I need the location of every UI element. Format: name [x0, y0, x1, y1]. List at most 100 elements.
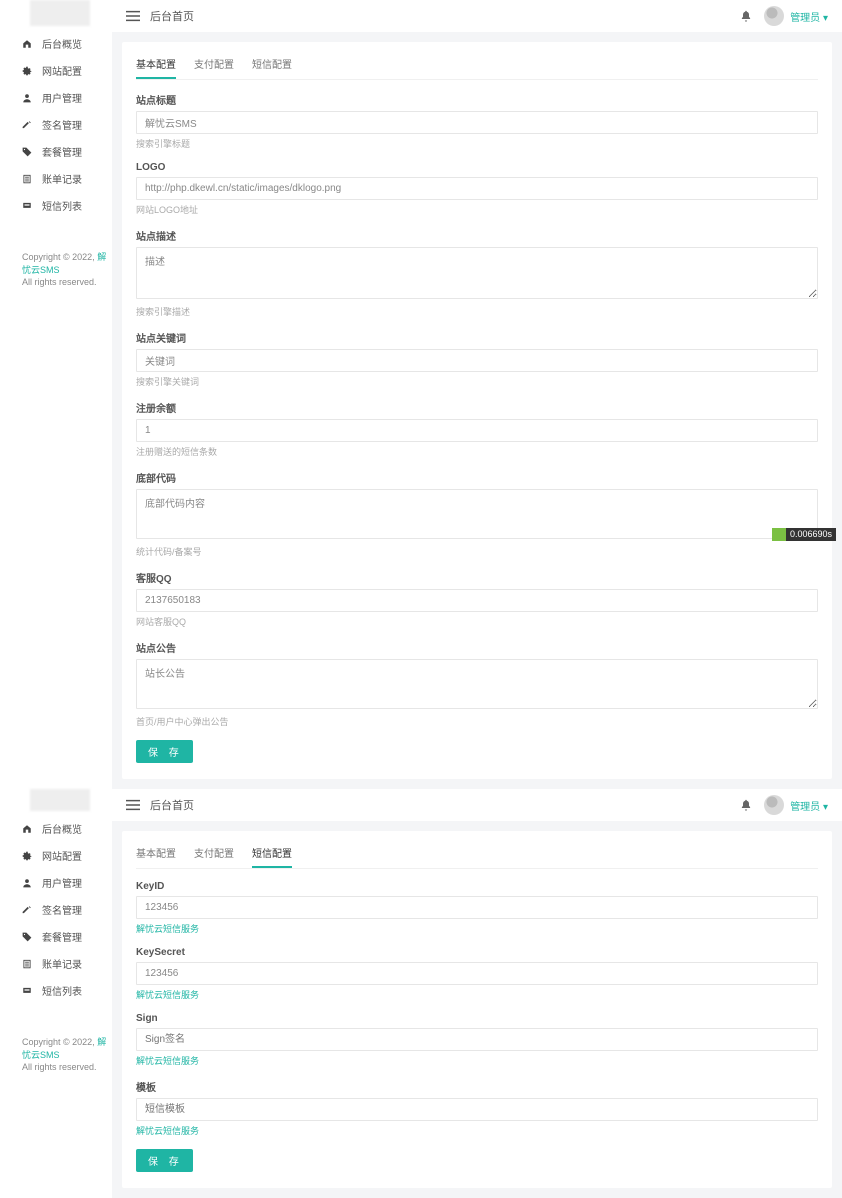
reg-balance-input[interactable] [136, 419, 818, 442]
kefu-qq-input[interactable] [136, 589, 818, 612]
sidebar-item-users[interactable]: 用户管理 [0, 84, 112, 111]
sidebar-item-bills[interactable]: 账单记录 [0, 950, 112, 977]
sidebar-item-label: 套餐管理 [42, 144, 82, 159]
tab-basic[interactable]: 基本配置 [136, 841, 176, 868]
config-tabs: 基本配置 支付配置 短信配置 [136, 841, 818, 869]
chevron-down-icon: ▾ [823, 802, 828, 813]
template-input[interactable] [136, 1098, 818, 1121]
home-icon [22, 39, 32, 49]
sidebar-item-package[interactable]: 套餐管理 [0, 138, 112, 165]
list-icon [22, 959, 32, 969]
panel-sms: 后台概览 网站配置 用户管理 签名管理 套餐管理 账单记录 短信列表 Copyr… [0, 789, 842, 1198]
sidebar-item-dashboard[interactable]: 后台概览 [0, 30, 112, 57]
service-link[interactable]: 解忧云短信服务 [136, 988, 818, 1001]
field-reg-balance: 注册余额 注册赠送的短信条数 [136, 400, 818, 458]
sidebar-logo [30, 0, 90, 26]
keysecret-input[interactable] [136, 962, 818, 985]
notification-icon[interactable] [740, 10, 752, 22]
label: 站点关键词 [136, 330, 818, 345]
gear-icon [22, 66, 32, 76]
sidebar-item-dashboard[interactable]: 后台概览 [0, 815, 112, 842]
label: 站点标题 [136, 92, 818, 107]
hint: 网站客服QQ [136, 615, 818, 628]
keywords-input[interactable] [136, 349, 818, 372]
service-link[interactable]: 解忧云短信服务 [136, 1124, 818, 1137]
sidebar-toggle-icon[interactable] [126, 799, 140, 811]
sidebar-item-sms[interactable]: 短信列表 [0, 977, 112, 1004]
hint: 搜索引擎描述 [136, 305, 818, 318]
sidebar-item-package[interactable]: 套餐管理 [0, 923, 112, 950]
sign-input[interactable] [136, 1028, 818, 1051]
service-link[interactable]: 解忧云短信服务 [136, 1054, 818, 1067]
user-menu[interactable]: 管理员 ▾ [790, 9, 828, 24]
copyright: Copyright © 2022, 解忧云SMS All rights rese… [0, 1004, 112, 1074]
label: 注册余额 [136, 400, 818, 415]
hint: 首页/用户中心弹出公告 [136, 715, 818, 728]
sidebar-item-users[interactable]: 用户管理 [0, 869, 112, 896]
avatar[interactable] [764, 6, 784, 26]
field-keywords: 站点关键词 搜索引擎关键词 [136, 330, 818, 388]
label: LOGO [136, 162, 818, 173]
field-footer-code: 底部代码 统计代码/备案号 [136, 470, 818, 558]
msg-icon [22, 986, 32, 996]
user-menu[interactable]: 管理员 ▾ [790, 798, 828, 813]
field-logo: LOGO 网站LOGO地址 [136, 162, 818, 216]
sidebar-item-sms[interactable]: 短信列表 [0, 192, 112, 219]
service-link[interactable]: 解忧云短信服务 [136, 922, 818, 935]
field-site-title: 站点标题 搜索引擎标题 [136, 92, 818, 150]
keyid-input[interactable] [136, 896, 818, 919]
save-button[interactable]: 保 存 [136, 740, 193, 763]
sign-icon [22, 905, 32, 915]
sidebar-item-sign[interactable]: 签名管理 [0, 896, 112, 923]
copyright: Copyright © 2022, 解忧云SMS All rights rese… [0, 219, 112, 289]
sidebar-logo [30, 789, 90, 811]
hint: 注册赠送的短信条数 [136, 445, 818, 458]
sidebar-item-sign[interactable]: 签名管理 [0, 111, 112, 138]
sidebar-item-site-config[interactable]: 网站配置 [0, 57, 112, 84]
notification-icon[interactable] [740, 799, 752, 811]
panel-basic: 后台概览 网站配置 用户管理 签名管理 套餐管理 账单记录 短信列表 Copyr… [0, 0, 842, 789]
msg-icon [22, 201, 32, 211]
sidebar-item-bills[interactable]: 账单记录 [0, 165, 112, 192]
perf-badge: 0.006690s [772, 528, 836, 541]
field-template: 模板 解忧云短信服务 [136, 1079, 818, 1137]
page-title: 后台首页 [150, 8, 728, 24]
field-announce: 站点公告 首页/用户中心弹出公告 [136, 640, 818, 728]
tab-sms[interactable]: 短信配置 [252, 841, 292, 868]
label: 站点公告 [136, 640, 818, 655]
sidebar-item-label: 后台概览 [42, 36, 82, 51]
label: 站点描述 [136, 228, 818, 243]
sidebar-item-label: 网站配置 [42, 63, 82, 78]
avatar[interactable] [764, 795, 784, 815]
hint: 搜索引擎标题 [136, 137, 818, 150]
hint: 网站LOGO地址 [136, 203, 818, 216]
tag-icon [22, 147, 32, 157]
site-title-input[interactable] [136, 111, 818, 134]
home-icon [22, 824, 32, 834]
sidebar-item-site-config[interactable]: 网站配置 [0, 842, 112, 869]
sidebar: 后台概览 网站配置 用户管理 签名管理 套餐管理 账单记录 短信列表 Copyr… [0, 0, 112, 789]
site-desc-input[interactable] [136, 247, 818, 299]
tab-basic[interactable]: 基本配置 [136, 52, 176, 79]
tab-pay[interactable]: 支付配置 [194, 841, 234, 868]
user-icon [22, 93, 32, 103]
sidebar-item-label: 用户管理 [42, 90, 82, 105]
tab-sms[interactable]: 短信配置 [252, 52, 292, 79]
list-icon [22, 174, 32, 184]
sidebar-toggle-icon[interactable] [126, 10, 140, 22]
announce-input[interactable] [136, 659, 818, 709]
user-icon [22, 878, 32, 888]
topbar: 后台首页 管理员 ▾ [112, 0, 842, 32]
page-title: 后台首页 [150, 797, 728, 813]
hint: 统计代码/备案号 [136, 545, 818, 558]
perf-time: 0.006690s [786, 528, 836, 541]
footer-code-input[interactable] [136, 489, 818, 539]
sidebar-item-label: 短信列表 [42, 198, 82, 213]
field-keyid: KeyID 解忧云短信服务 [136, 881, 818, 935]
field-site-desc: 站点描述 搜索引擎描述 [136, 228, 818, 318]
sign-icon [22, 120, 32, 130]
logo-input[interactable] [136, 177, 818, 200]
save-button[interactable]: 保 存 [136, 1149, 193, 1172]
config-tabs: 基本配置 支付配置 短信配置 [136, 52, 818, 80]
tab-pay[interactable]: 支付配置 [194, 52, 234, 79]
